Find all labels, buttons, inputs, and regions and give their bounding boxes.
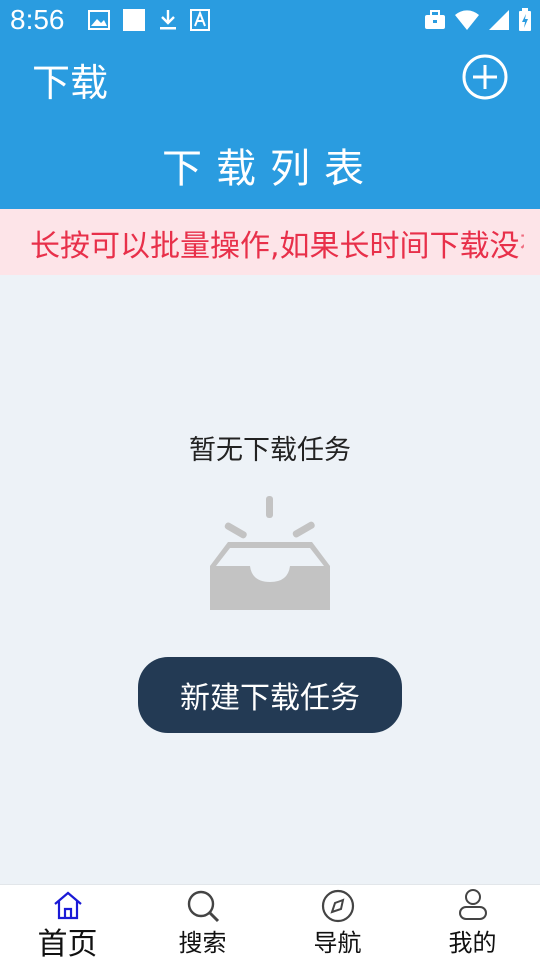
new-download-task-button[interactable]: 新建下载任务 [138,657,402,733]
page-title: 下载 [32,61,109,105]
nav-label-search: 搜索 [178,929,227,957]
nav-item-search[interactable]: 搜索 [135,885,270,960]
empty-state-text: 暂无下载任务 [189,435,351,466]
status-right-icons [424,8,532,36]
wifi-icon [454,9,480,35]
profile-icon [458,889,488,927]
nav-item-navigation[interactable]: 导航 [270,885,405,960]
status-time: 8:56 [10,4,65,35]
compass-icon [321,889,355,927]
download-icon [158,9,178,35]
search-icon [186,889,220,927]
status-left-icons [88,8,210,36]
battery-icon [518,8,532,36]
status-bar: 8:56 [0,0,540,44]
signal-icon [488,9,510,35]
notice-text: 长按可以批量操作,如果长时间下载没有反应 [30,229,524,264]
empty-inbox-icon [208,494,332,618]
nav-item-home[interactable]: 首页 [0,885,135,960]
gallery-icon [88,10,110,34]
nav-label-profile: 我的 [448,929,497,957]
notice-fade [516,209,540,275]
plus-circle-icon [462,54,508,100]
square-icon [122,8,146,36]
font-icon [190,9,210,35]
nav-label-navigation: 导航 [313,929,362,957]
nav-label-home: 首页 [37,927,98,960]
bottom-nav: 首页 搜索 导航 我的 [0,884,540,960]
nav-item-profile[interactable]: 我的 [405,885,540,960]
add-button[interactable] [460,52,510,102]
list-title: 下载列表 [162,146,378,192]
briefcase-icon [424,10,446,34]
app-bar: 下载 下载列表 [0,44,540,209]
notice-bar: 长按可以批量操作,如果长时间下载没有反应 [0,209,540,275]
